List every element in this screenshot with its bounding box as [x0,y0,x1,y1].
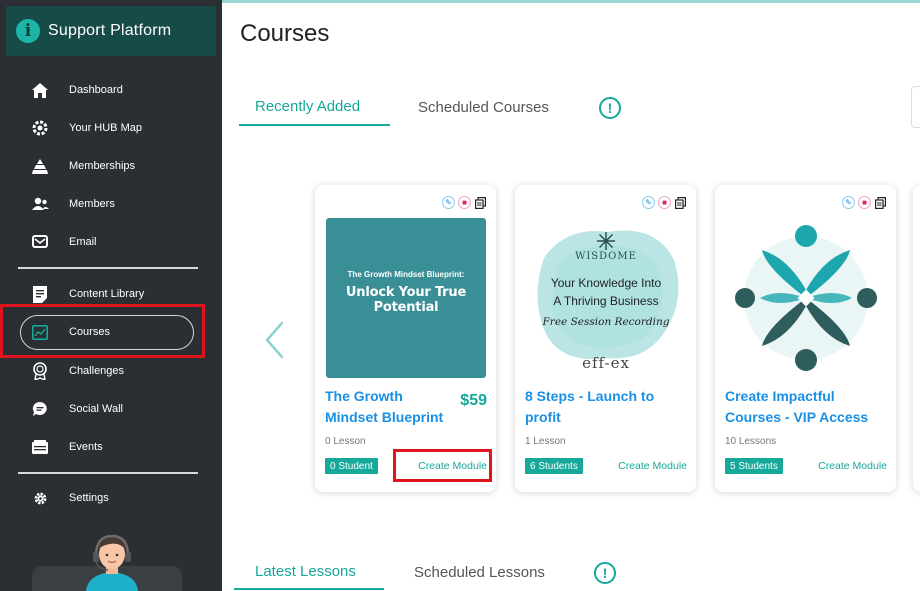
sidebar-item-members[interactable]: Members [0,187,222,221]
card-actions: ✎ ■ [442,196,486,209]
sidebar-item-challenges[interactable]: Challenges [0,354,222,388]
card-actions: ✎ ■ [642,196,686,209]
carousel-prev-arrow-icon[interactable] [262,320,286,360]
highlight-box-courses [0,304,205,358]
thumbnail-subtitle: The Growth Mindset Blueprint: [347,270,465,279]
document-icon [30,284,50,304]
sidebar-item-label: Challenges [69,365,125,377]
brand-logo-icon: i [16,19,40,43]
email-icon [30,232,50,252]
people-circle-logo [735,225,877,371]
course-card-partial[interactable] [913,185,920,492]
student-count-badge: 6 Students [525,458,583,474]
create-module-link[interactable]: Create Module [818,460,887,472]
users-icon [30,194,50,214]
course-thumbnail[interactable] [726,218,886,378]
sidebar-item-dashboard[interactable]: Dashboard [0,73,222,107]
sidebar-item-label: Email [69,236,97,248]
highlight-box-create-module [393,449,492,482]
gear-icon [30,118,50,138]
delete-icon[interactable]: ■ [458,196,471,209]
thumbnail-line-2: A Thriving Business [553,294,659,308]
sidebar-item-email[interactable]: Email [0,225,222,259]
top-accent-line [222,0,920,3]
edit-icon[interactable]: ✎ [842,196,855,209]
brand-header[interactable]: i Support Platform [6,6,216,56]
wisdome-logo-icon [597,232,615,250]
sidebar-divider [18,472,198,474]
sidebar-item-label: Dashboard [69,84,123,96]
sidebar: i Support Platform Dashboard Your HUB Ma… [0,0,222,591]
tab-active-underline [234,588,384,590]
sidebar-item-label: Members [69,198,115,210]
sidebar-item-label: Settings [69,492,109,504]
student-count-badge: 5 Students [725,458,783,474]
medal-icon [30,361,50,381]
thumbnail-footer: eff-ex [582,354,630,372]
search-box-edge[interactable] [911,86,920,128]
lesson-count: 1 Lesson [525,436,566,447]
info-icon[interactable]: ! [599,97,621,119]
thumbnail-title: Unlock Your True Potential [345,285,467,315]
tab-active-underline [239,124,390,126]
lesson-count: 0 Lesson [325,436,366,447]
course-card[interactable]: ✎ ■ The Growth Mindset Blueprint: Unlock… [315,185,496,492]
delete-icon[interactable]: ■ [858,196,871,209]
edit-icon[interactable]: ✎ [442,196,455,209]
copy-icon[interactable] [874,196,886,209]
tab-scheduled-courses[interactable]: Scheduled Courses [418,99,549,116]
tab-scheduled-lessons[interactable]: Scheduled Lessons [414,564,545,581]
sidebar-item-label: Memberships [69,160,136,172]
course-card[interactable]: ✎ ■ Create Impactful Courses - VIP Acces… [715,185,896,492]
student-count-badge: 0 Student [325,458,378,474]
home-icon [30,80,50,100]
edit-icon[interactable]: ✎ [642,196,655,209]
chat-icon [30,399,50,419]
sidebar-item-settings[interactable]: Settings [0,481,222,515]
copy-icon[interactable] [674,196,686,209]
delete-icon[interactable]: ■ [658,196,671,209]
create-module-link[interactable]: Create Module [618,460,687,472]
course-title[interactable]: The Growth Mindset Blueprint [325,386,455,428]
support-agent-avatar [86,534,138,591]
course-thumbnail[interactable]: WISDOME Your Knowledge Into A Thriving B… [526,218,686,378]
tab-recently-added[interactable]: Recently Added [255,98,360,115]
calendar-icon [30,437,50,457]
info-icon[interactable]: ! [594,562,616,584]
sidebar-item-label: Events [69,441,103,453]
tab-latest-lessons[interactable]: Latest Lessons [255,563,356,580]
sidebar-item-label: Content Library [69,288,145,300]
lesson-count: 10 Lessons [725,436,777,447]
course-card[interactable]: ✎ ■ WISDOME Your Knowledge Into A Thrivi… [515,185,696,492]
thumbnail-line-1: Your Knowledge Into [550,276,662,290]
course-title[interactable]: 8 Steps - Launch to profit [525,386,655,428]
sidebar-divider [18,267,198,269]
course-title[interactable]: Create Impactful Courses - VIP Access [725,386,890,428]
thumbnail-brand: WISDOME [575,251,637,262]
sidebar-item-memberships[interactable]: Memberships [0,149,222,183]
thumbnail-text: The Growth Mindset Blueprint: Unlock You… [326,270,486,315]
page-title: Courses [240,20,330,47]
sidebar-item-label: Your HUB Map [69,122,142,134]
pyramid-icon [30,156,50,176]
course-thumbnail[interactable]: The Growth Mindset Blueprint: Unlock You… [326,218,486,378]
course-price: $59 [460,392,487,409]
brand-name: Support Platform [48,22,172,39]
card-actions: ✎ ■ [842,196,886,209]
copy-icon[interactable] [474,196,486,209]
sidebar-item-your-hub-map[interactable]: Your HUB Map [0,111,222,145]
settings-icon [30,488,50,508]
sidebar-item-social-wall[interactable]: Social Wall [0,392,222,426]
sidebar-item-events[interactable]: Events [0,430,222,464]
sidebar-item-label: Social Wall [69,403,123,415]
thumbnail-script: Free Session Recording [542,316,670,328]
